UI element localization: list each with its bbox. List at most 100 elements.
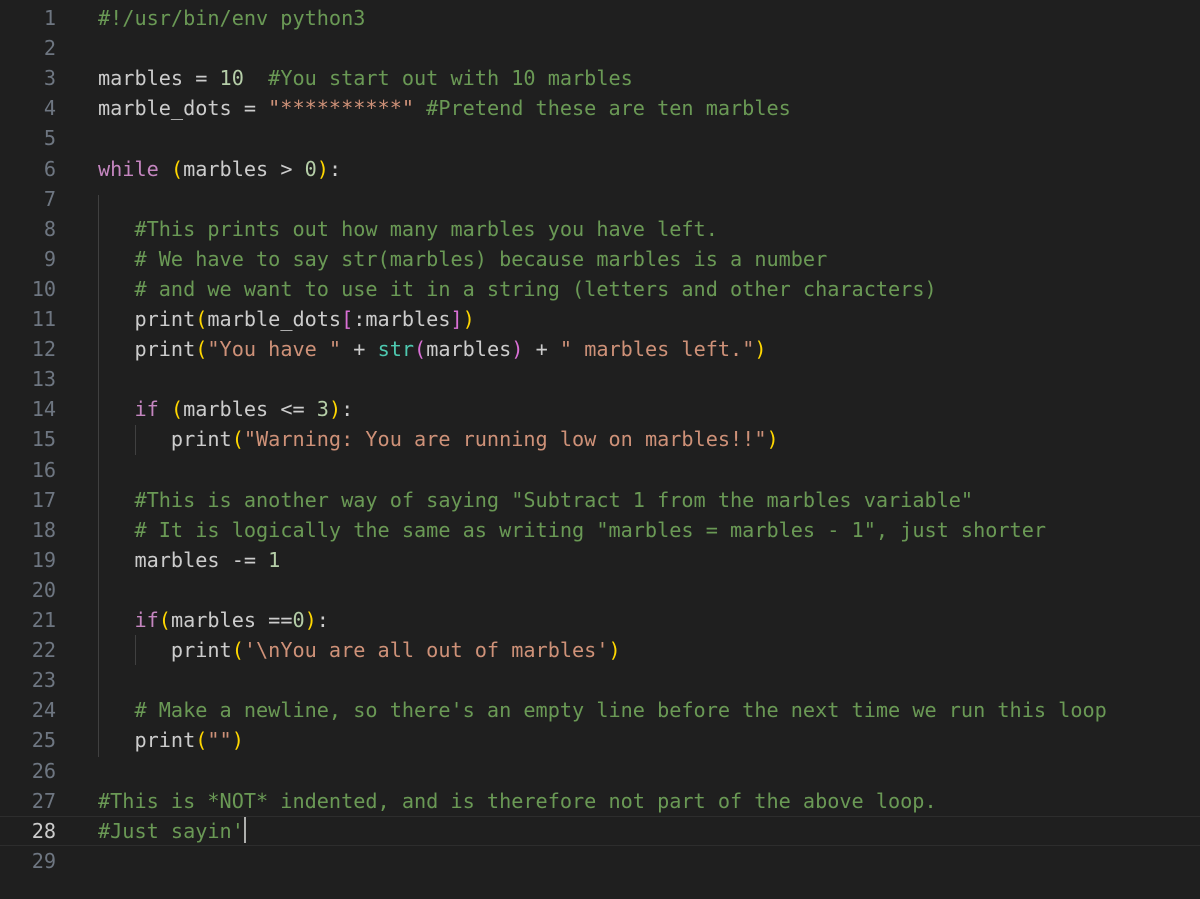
code-text[interactable]: marbles = 10 #You start out with 10 marb… — [98, 63, 633, 93]
line-number: 28 — [31, 818, 56, 843]
code-line[interactable]: 6 while (marbles > 0): — [0, 154, 1200, 184]
code-token-comment: #This is another way of saying "Subtract… — [134, 487, 974, 512]
code-token-text: marbles == — [170, 608, 293, 632]
code-text[interactable]: if(marbles ==0): — [98, 605, 329, 635]
code-token-string: '\nYou are all out of marbles' — [243, 638, 609, 663]
code-line[interactable]: 20 — [0, 575, 1200, 605]
code-line[interactable]: 1 #!/usr/bin/env python3 — [0, 3, 1200, 33]
line-number: 29 — [31, 848, 56, 873]
code-token-paren: ) — [754, 337, 767, 362]
line-number: 19 — [31, 547, 56, 572]
line-number: 6 — [43, 156, 56, 181]
line-number: 4 — [43, 96, 56, 121]
code-line[interactable]: 21 if(marbles ==0): — [0, 605, 1200, 635]
code-token-comment: # Make a newline, so there's an empty li… — [134, 698, 1107, 723]
code-token-text: marbles — [426, 337, 512, 362]
code-text[interactable]: #Just sayin' — [98, 816, 246, 846]
code-text[interactable]: marble_dots = "**********" #Pretend thes… — [98, 93, 791, 123]
code-text[interactable]: print("Warning: You are running low on m… — [98, 424, 779, 454]
code-text[interactable]: #This is *NOT* indented, and is therefor… — [98, 786, 937, 816]
text-cursor — [243, 816, 246, 843]
code-token-paren: ( — [158, 608, 171, 632]
code-line[interactable]: 23 — [0, 665, 1200, 695]
code-line[interactable]: 16 — [0, 455, 1200, 485]
line-number: 23 — [31, 668, 56, 693]
code-line[interactable]: 11 print(marble_dots[:marbles]) — [0, 304, 1200, 334]
code-token-keyword: if — [134, 608, 159, 632]
code-text[interactable]: # and we want to use it in a string (let… — [98, 274, 936, 304]
code-text[interactable]: #This prints out how many marbles you ha… — [98, 214, 717, 244]
code-text[interactable]: print("You have " + str(marbles) + " mar… — [98, 334, 767, 364]
line-number: 8 — [43, 216, 56, 241]
code-token-text: marbles -= — [98, 547, 269, 572]
code-text[interactable]: # We have to say str(marbles) because ma… — [98, 244, 827, 274]
code-line[interactable]: 14 if (marbles <= 3): — [0, 394, 1200, 424]
code-text[interactable]: # Make a newline, so there's an empty li… — [98, 695, 1107, 725]
code-token-paren: ) — [462, 307, 475, 331]
code-editor[interactable]: 1 #!/usr/bin/env python3 2 3 marbles = 10 #Y… — [0, 0, 1200, 899]
code-token-paren: ( — [195, 337, 208, 362]
code-token-text: : — [316, 608, 329, 632]
code-text[interactable]: while (marbles > 0): — [98, 154, 341, 184]
code-token-paren: ) — [766, 427, 779, 452]
code-token-paren: ) — [304, 608, 317, 632]
code-line[interactable]: 27 #This is *NOT* indented, and is theref… — [0, 786, 1200, 816]
code-line[interactable]: 26 — [0, 756, 1200, 786]
code-line[interactable]: 22 print('\nYou are all out of marbles') — [0, 635, 1200, 665]
code-token-text: print — [98, 728, 196, 753]
code-line[interactable]: 15 print("Warning: You are running low o… — [0, 424, 1200, 454]
code-token-comment: #Just sayin' — [98, 818, 244, 843]
code-text[interactable]: print('\nYou are all out of marbles') — [98, 635, 621, 665]
line-number: 24 — [31, 698, 56, 723]
code-token-text: : — [341, 397, 354, 422]
code-line[interactable]: 3 marbles = 10 #You start out with 10 mar… — [0, 63, 1200, 93]
code-line[interactable]: 4 marble_dots = "**********" #Pretend the… — [0, 93, 1200, 123]
code-line[interactable]: 25 print("") — [0, 725, 1200, 755]
code-line[interactable]: 24 # Make a newline, so there's an empty… — [0, 695, 1200, 725]
code-line[interactable]: 18 # It is logically the same as writing… — [0, 515, 1200, 545]
code-token-string: "Warning: You are running low on marbles… — [243, 427, 767, 452]
code-text[interactable]: marbles -= 1 — [98, 545, 280, 575]
code-line[interactable]: 8 #This prints out how many marbles you … — [0, 214, 1200, 244]
code-token-number: 3 — [316, 397, 329, 422]
code-token-paren: ( — [195, 307, 208, 331]
code-token-bracket: ( — [414, 337, 427, 362]
code-token-comment: #!/usr/bin/env python3 — [98, 6, 366, 30]
code-text[interactable]: print(marble_dots[:marbles]) — [98, 304, 475, 334]
code-token-comment: # It is logically the same as writing "m… — [134, 517, 1047, 542]
code-token-string: " marbles left." — [559, 337, 755, 362]
code-text[interactable]: print("") — [98, 725, 244, 755]
code-line[interactable]: 28 #Just sayin' — [0, 816, 1200, 846]
code-line[interactable]: 17 #This is another way of saying "Subtr… — [0, 485, 1200, 515]
code-line[interactable]: 10 # and we want to use it in a string (… — [0, 274, 1200, 304]
code-line[interactable]: 19 marbles -= 1 — [0, 545, 1200, 575]
code-token-paren: ( — [170, 397, 184, 422]
code-text[interactable]: # It is logically the same as writing "m… — [98, 515, 1046, 545]
code-line[interactable]: 7 — [0, 184, 1200, 214]
code-line[interactable]: 29 — [0, 846, 1200, 876]
line-number: 11 — [31, 307, 56, 331]
code-token-text: marble_dots = — [98, 96, 269, 121]
code-token-paren: ( — [231, 638, 244, 663]
line-number: 16 — [31, 457, 56, 482]
code-token-text: marble_dots — [207, 307, 342, 331]
code-token-paren: ( — [195, 728, 208, 753]
code-token-text: :marbles — [353, 307, 451, 331]
code-line[interactable]: 13 — [0, 364, 1200, 394]
code-line[interactable]: 9 # We have to say str(marbles) because … — [0, 244, 1200, 274]
code-line[interactable]: 5 — [0, 123, 1200, 153]
line-number: 26 — [31, 758, 56, 783]
code-text[interactable]: if (marbles <= 3): — [98, 394, 353, 424]
code-text[interactable]: #!/usr/bin/env python3 — [98, 3, 365, 33]
code-token-paren: ) — [231, 728, 244, 753]
code-token-text: marbles = — [98, 66, 220, 91]
code-line[interactable]: 2 — [0, 33, 1200, 63]
line-number: 13 — [31, 367, 56, 392]
code-text[interactable]: #This is another way of saying "Subtract… — [98, 485, 973, 515]
code-token-number: 0 — [292, 608, 305, 632]
code-token-paren: ) — [608, 638, 621, 663]
code-line[interactable]: 12 print("You have " + str(marbles) + " … — [0, 334, 1200, 364]
